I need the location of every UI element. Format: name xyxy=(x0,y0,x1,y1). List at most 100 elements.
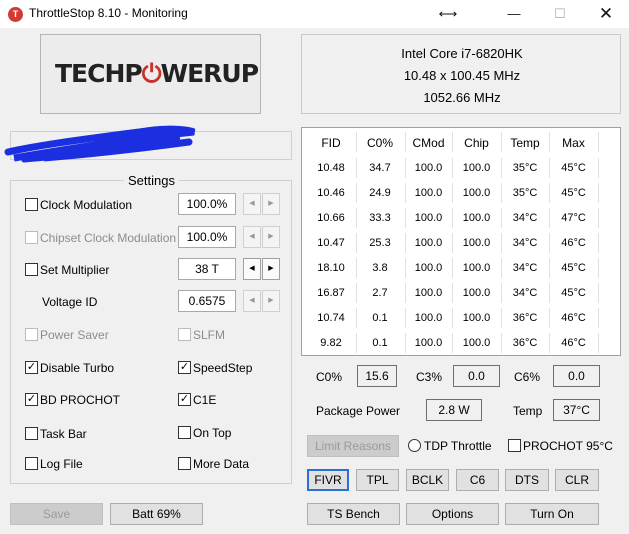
on-top-checkbox[interactable] xyxy=(178,426,191,439)
column-separator xyxy=(598,132,599,152)
table-cell: 46°C xyxy=(561,237,586,249)
power-saver-checkbox[interactable] xyxy=(25,328,38,341)
c6-button[interactable]: C6 xyxy=(456,469,499,491)
chipset-clock-modulation-checkbox[interactable] xyxy=(25,231,38,244)
table-cell: 9.82 xyxy=(320,337,342,349)
c0-label: C0% xyxy=(316,370,343,384)
voltage-id-label: Voltage ID xyxy=(42,295,98,309)
table-cell: 34°C xyxy=(512,262,538,274)
table-cell: 100.0 xyxy=(414,187,443,199)
bd-prochot-label: BD PROCHOT xyxy=(40,393,121,407)
logo-part1: TECHP xyxy=(55,59,143,88)
table-cell: 100.0 xyxy=(462,312,491,324)
voltage-id-value[interactable]: 0.6575 xyxy=(178,290,236,312)
table-cell: 35°C xyxy=(512,162,538,174)
multiplier-decrease[interactable]: ◀ xyxy=(243,258,261,280)
column-separator xyxy=(549,258,550,278)
fivr-button[interactable]: FIVR xyxy=(307,469,349,491)
table-cell: 45°C xyxy=(561,262,586,274)
table-cell: 25.3 xyxy=(369,237,391,249)
clock-modulation-increase[interactable]: ▶ xyxy=(262,193,280,215)
c3-label: C3% xyxy=(416,370,443,384)
cpu-frequency: 1052.66 MHz xyxy=(423,90,501,105)
column-separator xyxy=(549,233,550,253)
column-separator xyxy=(452,183,453,203)
resize-arrows-icon[interactable]: ⟷ xyxy=(425,0,471,28)
column-separator xyxy=(356,283,357,303)
clock-modulation-value[interactable]: 100.0% xyxy=(178,193,236,215)
slfm-label: SLFM xyxy=(193,328,226,342)
column-separator xyxy=(598,308,599,328)
set-multiplier-value[interactable]: 38 T xyxy=(178,258,236,280)
column-separator xyxy=(501,183,502,203)
battery-button[interactable]: Batt 69% xyxy=(110,503,203,525)
close-button[interactable]: ✕ xyxy=(583,0,629,28)
table-cell: 100.0 xyxy=(414,212,443,224)
limit-reasons-button[interactable]: Limit Reasons xyxy=(307,435,399,457)
table-cell: 100.0 xyxy=(414,337,443,349)
table-cell: 45°C xyxy=(561,287,586,299)
maximize-button[interactable]: ☐ xyxy=(537,0,583,28)
table-cell: 45°C xyxy=(561,187,586,199)
column-separator xyxy=(356,233,357,253)
c1e-checkbox[interactable]: ✓ xyxy=(178,393,191,406)
chipset-clock-modulation-value[interactable]: 100.0% xyxy=(178,226,236,248)
column-separator xyxy=(598,233,599,253)
c3-value: 0.0 xyxy=(453,365,500,387)
column-separator xyxy=(598,158,599,178)
disable-turbo-checkbox[interactable]: ✓ xyxy=(25,361,38,374)
minimize-button[interactable]: — xyxy=(491,0,537,28)
table-cell: 100.0 xyxy=(462,162,491,174)
tdp-throttle-radio[interactable] xyxy=(408,439,421,452)
app-icon: T xyxy=(8,7,23,22)
settings-title: Settings xyxy=(124,173,179,188)
table-cell: 47°C xyxy=(561,212,586,224)
table-cell: 34°C xyxy=(512,237,538,249)
table-cell: 3.8 xyxy=(372,262,388,274)
tpl-button[interactable]: TPL xyxy=(356,469,399,491)
scribble-redaction xyxy=(4,125,196,163)
header-temp: Temp xyxy=(510,136,540,150)
dts-button[interactable]: DTS xyxy=(505,469,549,491)
clock-modulation-checkbox[interactable] xyxy=(25,198,38,211)
bd-prochot-checkbox[interactable]: ✓ xyxy=(25,393,38,406)
chipset-clock-decrease[interactable]: ◀ xyxy=(243,226,261,248)
set-multiplier-checkbox[interactable] xyxy=(25,263,38,276)
temp-value: 37°C xyxy=(553,399,600,421)
column-separator xyxy=(405,233,406,253)
voltage-increase[interactable]: ▶ xyxy=(262,290,280,312)
table-cell: 10.74 xyxy=(317,312,345,324)
column-separator xyxy=(598,183,599,203)
column-separator xyxy=(405,158,406,178)
table-cell: 10.47 xyxy=(317,237,345,249)
speedstep-checkbox[interactable]: ✓ xyxy=(178,361,191,374)
options-button[interactable]: Options xyxy=(406,503,499,525)
task-bar-checkbox[interactable] xyxy=(25,427,38,440)
c0-value: 15.6 xyxy=(357,365,397,387)
table-cell: 45°C xyxy=(561,162,586,174)
multiplier-increase[interactable]: ▶ xyxy=(262,258,280,280)
core-data-table: FID C0% CMod Chip Temp Max 10.48 34.7 100.… xyxy=(301,127,621,356)
table-cell: 0.1 xyxy=(372,312,388,324)
column-separator xyxy=(598,333,599,353)
column-separator xyxy=(598,258,599,278)
log-file-checkbox[interactable] xyxy=(25,457,38,470)
voltage-decrease[interactable]: ◀ xyxy=(243,290,261,312)
clock-modulation-decrease[interactable]: ◀ xyxy=(243,193,261,215)
chipset-clock-increase[interactable]: ▶ xyxy=(262,226,280,248)
table-cell: 100.0 xyxy=(462,337,491,349)
ts-bench-button[interactable]: TS Bench xyxy=(307,503,400,525)
turn-on-button[interactable]: Turn On xyxy=(505,503,599,525)
more-data-checkbox[interactable] xyxy=(178,457,191,470)
prochot-checkbox[interactable] xyxy=(508,439,521,452)
table-cell: 46°C xyxy=(561,312,586,324)
table-cell: 100.0 xyxy=(414,287,443,299)
slfm-checkbox[interactable] xyxy=(178,328,191,341)
cpu-multiplier: 10.48 x 100.45 MHz xyxy=(403,68,521,83)
c1e-label: C1E xyxy=(193,393,217,407)
save-button[interactable]: Save xyxy=(10,503,103,525)
clr-button[interactable]: CLR xyxy=(555,469,599,491)
bclk-button[interactable]: BCLK xyxy=(406,469,449,491)
task-bar-label: Task Bar xyxy=(40,427,87,441)
column-separator xyxy=(452,333,453,353)
